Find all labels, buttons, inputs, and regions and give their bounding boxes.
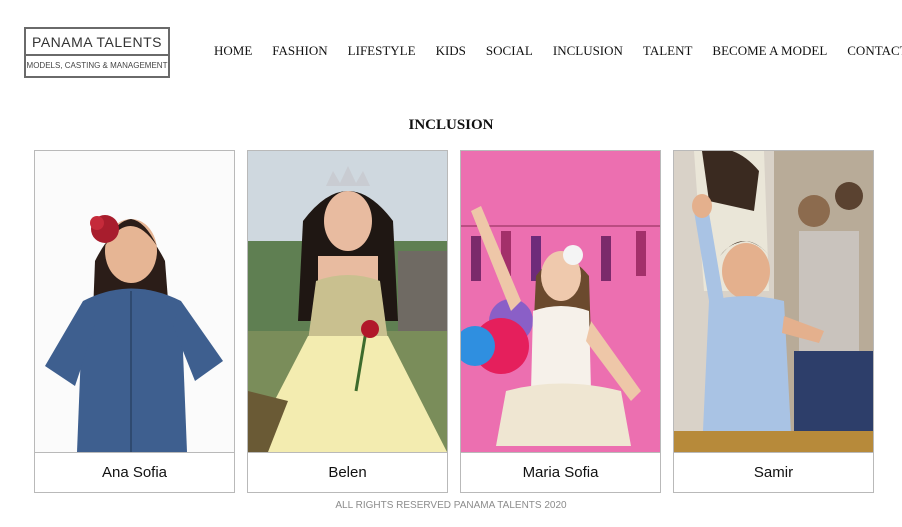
logo-name: PANAMA TALENTS [26,29,168,56]
talent-photo[interactable] [35,151,234,452]
nav-fashion[interactable]: FASHION [272,43,327,59]
talent-card-samir[interactable]: Samir [673,150,874,493]
talent-grid: Ana Sofia Belen Maria Sofia Samir [34,150,874,493]
talent-name[interactable]: Ana Sofia [35,452,234,493]
nav-contact[interactable]: CONTACT [847,43,902,59]
nav-become-a-model[interactable]: BECOME A MODEL [712,43,827,59]
main-nav: HOME FASHION LIFESTYLE KIDS SOCIAL INCLU… [214,43,902,59]
logo-tagline: MODELS, CASTING & MANAGEMENT [26,61,168,70]
talent-name[interactable]: Belen [248,452,447,493]
talent-photo-image [461,151,660,452]
talent-name[interactable]: Samir [674,452,873,493]
talent-card-ana-sofia[interactable]: Ana Sofia [34,150,235,493]
talent-photo[interactable] [674,151,873,452]
talent-card-belen[interactable]: Belen [247,150,448,493]
talent-name[interactable]: Maria Sofia [461,452,660,493]
nav-talent[interactable]: TALENT [643,43,693,59]
talent-photo-image [248,151,447,452]
nav-home[interactable]: HOME [214,43,252,59]
talent-photo-image [674,151,873,452]
nav-kids[interactable]: KIDS [436,43,466,59]
nav-social[interactable]: SOCIAL [486,43,533,59]
logo[interactable]: PANAMA TALENTS MODELS, CASTING & MANAGEM… [24,27,170,78]
nav-lifestyle[interactable]: LIFESTYLE [348,43,416,59]
page-title: INCLUSION [408,117,494,133]
nav-inclusion[interactable]: INCLUSION [553,43,623,59]
talent-photo[interactable] [248,151,447,452]
footer-copyright: ALL RIGHTS RESERVED PANAMA TALENTS 2020 [335,500,567,511]
talent-photo[interactable] [461,151,660,452]
talent-card-maria-sofia[interactable]: Maria Sofia [460,150,661,493]
talent-photo-image [35,151,234,452]
